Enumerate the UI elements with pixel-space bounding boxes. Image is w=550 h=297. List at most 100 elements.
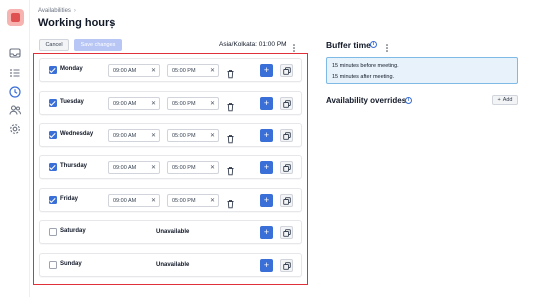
calendar-logo[interactable] — [7, 9, 24, 26]
add-override-button[interactable]: + Add — [492, 95, 518, 105]
start-time-value: 09:00 AM — [113, 101, 137, 107]
start-time-input[interactable]: 09:00 AM ✕ — [108, 97, 160, 110]
clear-icon[interactable]: ✕ — [210, 68, 215, 75]
list-icon[interactable] — [8, 66, 22, 80]
add-slot-button[interactable]: + — [260, 226, 273, 239]
plus-icon: + — [263, 195, 270, 205]
end-time-input[interactable]: 05:00 PM ✕ — [167, 129, 219, 142]
save-changes-button[interactable]: Save changes — [74, 39, 122, 51]
day-checkbox[interactable] — [49, 66, 57, 74]
clock-icon[interactable] — [8, 85, 22, 99]
day-row-saturday: Saturday Unavailable + — [39, 220, 302, 244]
clear-icon[interactable]: ✕ — [151, 101, 156, 108]
copy-button[interactable] — [280, 194, 293, 207]
trash-icon[interactable] — [226, 163, 235, 176]
end-time-input[interactable]: 05:00 PM ✕ — [167, 161, 219, 174]
copy-button[interactable] — [280, 161, 293, 174]
buffer-after-text: 15 minutes after meeting. — [332, 74, 395, 80]
copy-button[interactable] — [280, 129, 293, 142]
add-slot-button[interactable]: + — [260, 97, 273, 110]
clear-icon[interactable]: ✕ — [210, 198, 215, 205]
add-slot-button[interactable]: + — [260, 194, 273, 207]
end-time-value: 05:00 PM — [172, 68, 196, 74]
buffer-more-icon[interactable] — [383, 40, 391, 52]
copy-button[interactable] — [280, 226, 293, 239]
day-label: Monday — [60, 66, 83, 72]
start-time-input[interactable]: 09:00 AM ✕ — [108, 194, 160, 207]
cancel-button[interactable]: Cancel — [39, 39, 69, 51]
page-title: Working hours — [38, 17, 116, 29]
day-label: Saturday — [60, 228, 86, 234]
day-label: Friday — [60, 196, 79, 202]
availability-overrides-title: Availability overrides — [326, 96, 407, 105]
breadcrumb-availabilities[interactable]: Availabilities — [38, 8, 71, 14]
timezone-label: Asia/Kolkata: 01:00 PM — [219, 41, 287, 48]
copy-button[interactable] — [280, 97, 293, 110]
plus-icon: + — [497, 97, 501, 103]
trash-icon[interactable] — [226, 131, 235, 144]
plus-icon: + — [263, 227, 270, 237]
info-icon[interactable]: i — [405, 97, 412, 104]
day-checkbox[interactable] — [49, 196, 57, 204]
more-vertical-icon[interactable] — [108, 17, 116, 29]
day-row-monday: Monday 09:00 AM ✕ 05:00 PM ✕ + — [39, 58, 302, 82]
end-time-input[interactable]: 05:00 PM ✕ — [167, 64, 219, 77]
plus-icon: + — [263, 65, 270, 75]
add-slot-button[interactable]: + — [260, 259, 273, 272]
users-icon[interactable] — [8, 103, 22, 117]
end-time-input[interactable]: 05:00 PM ✕ — [167, 97, 219, 110]
plus-icon: + — [263, 130, 270, 140]
clear-icon[interactable]: ✕ — [151, 133, 156, 140]
day-row-sunday: Sunday Unavailable + — [39, 253, 302, 277]
settings-icon[interactable] — [8, 122, 22, 136]
chevron-right-icon: › — [73, 8, 76, 14]
day-checkbox[interactable] — [49, 261, 57, 269]
start-time-value: 09:00 AM — [113, 133, 137, 139]
add-override-label: Add — [502, 97, 513, 103]
buffer-time-box[interactable]: 15 minutes before meeting. 15 minutes af… — [326, 57, 518, 84]
start-time-input[interactable]: 09:00 AM ✕ — [108, 64, 160, 77]
day-checkbox[interactable] — [49, 99, 57, 107]
add-slot-button[interactable]: + — [260, 129, 273, 142]
day-checkbox[interactable] — [49, 228, 57, 236]
day-label: Wednesday — [60, 131, 94, 137]
copy-button[interactable] — [280, 259, 293, 272]
day-row-wednesday: Wednesday 09:00 AM ✕ 05:00 PM ✕ + — [39, 123, 302, 147]
end-time-value: 05:00 PM — [172, 165, 196, 171]
end-time-value: 05:00 PM — [172, 198, 196, 204]
start-time-input[interactable]: 09:00 AM ✕ — [108, 129, 160, 142]
plus-icon: + — [263, 98, 270, 108]
clear-icon[interactable]: ✕ — [210, 133, 215, 140]
clear-icon[interactable]: ✕ — [151, 165, 156, 172]
day-checkbox[interactable] — [49, 163, 57, 171]
unavailable-label: Unavailable — [156, 262, 190, 268]
day-label: Sunday — [60, 261, 82, 267]
buffer-time-title: Buffer time — [326, 40, 371, 50]
day-checkbox[interactable] — [49, 131, 57, 139]
start-time-input[interactable]: 09:00 AM ✕ — [108, 161, 160, 174]
plus-icon: + — [263, 260, 270, 270]
day-row-thursday: Thursday 09:00 AM ✕ 05:00 PM ✕ + — [39, 155, 302, 179]
clear-icon[interactable]: ✕ — [210, 165, 215, 172]
breadcrumb: Availabilities › — [38, 8, 76, 14]
buffer-before-text: 15 minutes before meeting. — [332, 63, 399, 69]
start-time-value: 09:00 AM — [113, 165, 137, 171]
day-row-friday: Friday 09:00 AM ✕ 05:00 PM ✕ + — [39, 188, 302, 212]
copy-button[interactable] — [280, 64, 293, 77]
plus-icon: + — [263, 162, 270, 172]
add-slot-button[interactable]: + — [260, 64, 273, 77]
timezone-more-icon[interactable] — [290, 40, 298, 52]
clear-icon[interactable]: ✕ — [151, 198, 156, 205]
trash-icon[interactable] — [226, 196, 235, 209]
trash-icon[interactable] — [226, 66, 235, 79]
unavailable-label: Unavailable — [156, 229, 190, 235]
trash-icon[interactable] — [226, 99, 235, 112]
info-icon[interactable]: i — [370, 41, 377, 48]
day-row-tuesday: Tuesday 09:00 AM ✕ 05:00 PM ✕ + — [39, 91, 302, 115]
start-time-value: 09:00 AM — [113, 198, 137, 204]
inbox-icon[interactable] — [8, 46, 22, 60]
end-time-input[interactable]: 05:00 PM ✕ — [167, 194, 219, 207]
clear-icon[interactable]: ✕ — [210, 101, 215, 108]
clear-icon[interactable]: ✕ — [151, 68, 156, 75]
add-slot-button[interactable]: + — [260, 161, 273, 174]
